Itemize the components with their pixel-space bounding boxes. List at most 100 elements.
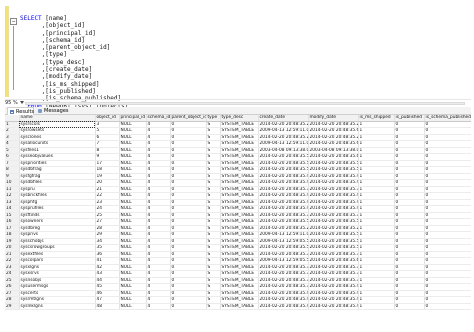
table-cell[interactable]: 2014-02-20 20:48:35.387 [308,270,359,278]
table-cell[interactable]: 2009-04-13 12:59:11.093 [258,127,309,135]
sql-code[interactable]: SELECT [name] ,[object_id] ,[principal_i… [20,15,128,110]
code-line[interactable]: ,[is_ms_shipped] [20,81,128,88]
table-cell[interactable]: 2014-02-20 20:48:35.407 [308,290,359,297]
column-header[interactable]: object_id [95,115,120,122]
table-cell[interactable]: SYSTEM_TABLE [220,277,259,284]
table-cell[interactable]: 0 [424,303,471,310]
table-cell[interactable]: 2014-02-20 20:48:35.407 [258,296,309,304]
table-cell[interactable]: SYSTEM_TABLE [220,283,259,291]
table-cell[interactable]: SYSTEM_TABLE [220,192,259,200]
table-cell[interactable]: SYSTEM_TABLE [220,134,259,141]
table-cell[interactable]: SYSTEM_TABLE [220,179,259,187]
table-cell[interactable]: 4 [146,303,171,310]
table-cell[interactable]: 2014-02-20 20:48:35.480 [258,173,309,180]
table-cell[interactable]: 2014-02-20 20:48:35.433 [258,205,309,213]
table-cell[interactable]: SYSTEM_TABLE [220,303,259,310]
code-line[interactable]: ,[principal_id] [20,30,128,37]
zoom-dropdown-icon[interactable] [19,101,24,104]
column-header[interactable]: schema_id [146,115,171,122]
code-line[interactable]: ,[schema_id] [20,37,128,44]
table-cell[interactable]: 2014-02-20 20:48:35.540 [258,244,309,252]
code-line[interactable]: ,[parent_object_id] [20,44,128,51]
table-cell[interactable]: 2014-02-20 20:48:35.387 [258,277,309,284]
table-cell[interactable]: 2014-02-20 20:48:35.380 [308,264,359,271]
table-cell[interactable]: SYSTEM_TABLE [220,160,259,167]
table-cell[interactable]: SYSTEM_TABLE [220,296,259,304]
table-cell[interactable]: 2003-04-08 09:13:38.093 [308,147,359,154]
table-cell[interactable]: 2014-02-20 20:48:35.610 [308,127,359,135]
tab-results[interactable]: Results [7,107,34,115]
table-cell[interactable]: 0 [170,303,207,310]
table-cell[interactable]: SYSTEM_TABLE [220,218,259,226]
table-cell[interactable]: SYSTEM_TABLE [220,257,259,265]
table-cell[interactable]: 2009-04-13 12:59:05.513 [258,238,309,245]
table-cell[interactable]: 2014-02-20 20:48:35.507 [308,166,359,174]
code-line[interactable]: ,[modify_date] [20,73,128,80]
column-header[interactable]: principal_id [119,115,147,122]
table-cell[interactable]: 2014-02-20 20:48:35.360 [308,251,359,258]
code-line[interactable]: SELECT [name] [20,15,128,22]
table-cell[interactable]: 2014-02-20 20:48:35.413 [308,296,359,304]
table-cell[interactable]: 2014-02-20 20:48:35.610 [308,257,359,265]
zoom-level[interactable]: 95 % [5,100,18,106]
table-row[interactable]: 29 syslnklgns 48 NULL 4 0 S SYSTEM_TABLE 2014-02… [5,303,471,310]
table-cell[interactable]: 2014-02-20 20:48:35.373 [258,264,309,271]
query-editor[interactable]: − SELECT [name] ,[object_id] ,[principal… [5,6,471,110]
tab-messages[interactable]: Messages [36,107,70,115]
table-cell[interactable]: SYSTEM_TABLE [220,121,259,128]
table-cell[interactable]: 2014-02-20 20:48:35.560 [308,160,359,167]
table-cell[interactable]: SYSTEM_TABLE [220,264,259,271]
code-line[interactable]: ,[is_published] [20,88,128,95]
table-cell[interactable]: 2014-02-20 20:48:35.263 [308,134,359,141]
column-header[interactable]: is_schema_published [424,115,471,122]
table-cell[interactable]: 2014-02-20 20:48:35.253 [308,225,359,232]
table-cell[interactable]: 2014-02-20 20:48:35.557 [308,231,359,239]
table-cell[interactable]: SYSTEM_TABLE [220,238,259,245]
table-cell[interactable]: SYSTEM_TABLE [220,127,259,135]
table-cell[interactable]: 2014-02-20 20:48:35.490 [308,173,359,180]
column-header[interactable]: is_published [394,115,425,122]
table-cell[interactable]: 2014-02-20 20:48:35.480 [308,179,359,187]
table-cell[interactable]: SYSTEM_TABLE [220,270,259,278]
table-cell[interactable]: SYSTEM_TABLE [220,231,259,239]
table-cell[interactable]: 2014-02-20 20:48:35.593 [258,153,309,161]
table-cell[interactable]: SYSTEM_TABLE [220,251,259,258]
table-cell[interactable]: 2014-02-20 20:48:35.600 [308,153,359,161]
table-cell[interactable]: 2009-04-13 12:59:05.577 [258,257,309,265]
code-line[interactable]: ,[object_id] [20,22,128,29]
table-cell[interactable]: 2014-02-20 20:48:35.277 [308,121,359,128]
table-cell[interactable]: 2009-04-13 12:59:11.077 [258,140,309,148]
code-line[interactable]: ,[create_date] [20,66,128,73]
code-line[interactable]: ,[type] [20,51,128,58]
table-cell[interactable]: 2014-02-20 20:48:35.440 [308,205,359,213]
table-cell[interactable]: 2014-02-20 20:48:35.380 [258,270,309,278]
table-cell[interactable]: 2014-02-20 20:48:35.553 [258,160,309,167]
table-cell[interactable]: 2014-02-20 20:48:35.413 [258,303,309,310]
table-cell[interactable]: SYSTEM_TABLE [220,205,259,213]
table-cell[interactable]: 0 [394,303,425,310]
table-cell[interactable]: 2014-02-20 20:48:35.400 [258,290,309,297]
table-cell[interactable]: SYSTEM_TABLE [220,244,259,252]
table-cell[interactable]: SYSTEM_TABLE [220,153,259,161]
table-cell[interactable]: SYSTEM_TABLE [220,147,259,154]
table-cell[interactable]: 2014-02-20 20:48:35.463 [258,192,309,200]
table-cell[interactable]: 2014-02-20 20:48:35.393 [258,283,309,291]
table-cell[interactable]: 2014-02-20 20:48:35.327 [258,186,309,193]
table-cell[interactable]: 2014-02-20 20:48:35.337 [258,212,309,219]
table-cell[interactable]: SYSTEM_TABLE [220,186,259,193]
column-header[interactable]: is_ms_shipped [358,115,395,122]
table-cell[interactable]: SYSTEM_TABLE [220,290,259,297]
table-cell[interactable]: 2014-02-20 20:48:35.353 [258,251,309,258]
editor-horizontal-scrollbar[interactable] [25,102,465,105]
table-cell[interactable]: 2014-02-20 20:48:35.470 [308,192,359,200]
table-cell[interactable]: 2014-02-20 20:48:35.333 [308,186,359,193]
table-cell[interactable]: 2014-02-20 20:48:35.420 [308,303,359,310]
table-cell[interactable]: 2014-02-20 20:48:35.550 [308,218,359,226]
table-cell[interactable]: 2014-02-20 20:48:35.500 [258,166,309,174]
table-cell[interactable]: SYSTEM_TABLE [220,140,259,148]
results-grid[interactable]: name object_id principal_id schema_id parent… [5,115,471,332]
table-cell[interactable]: 2014-02-20 20:48:35.247 [258,225,309,232]
table-cell[interactable]: 2014-02-20 20:48:35.263 [258,134,309,141]
column-header[interactable]: parent_object_id [170,115,207,122]
table-cell[interactable]: 2003-04-08 09:13:38.093 [258,147,309,154]
